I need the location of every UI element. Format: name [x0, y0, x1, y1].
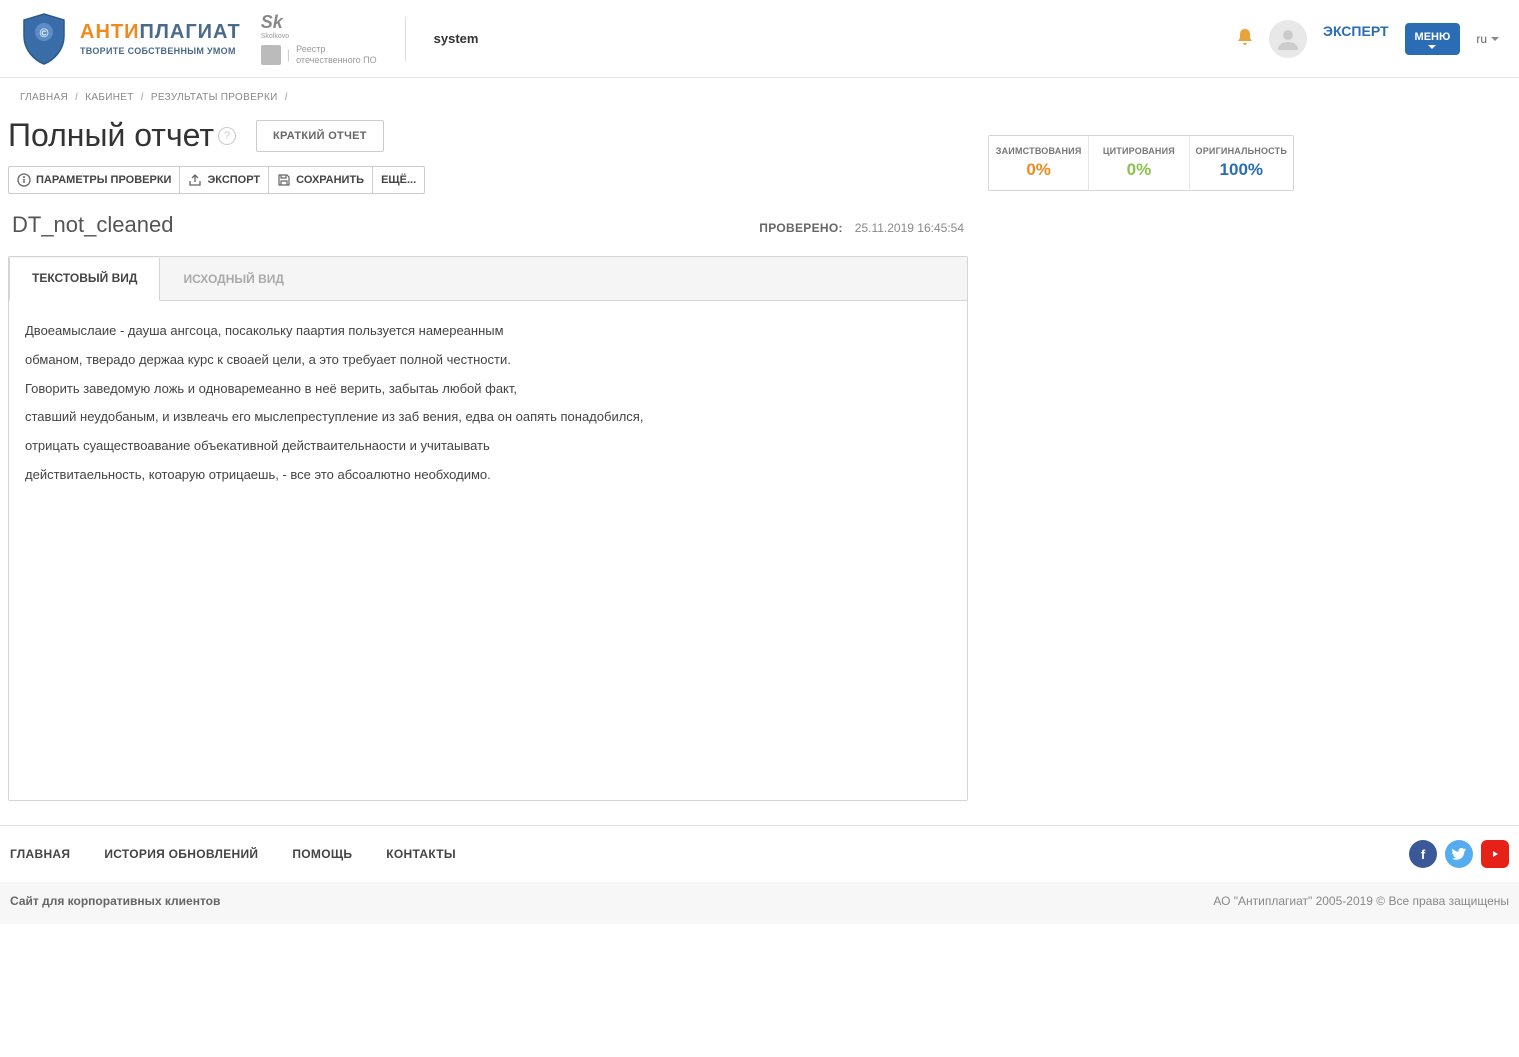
emblem-icon	[261, 45, 281, 65]
language-select[interactable]: ru	[1476, 32, 1499, 46]
page-title: Полный отчет?	[8, 117, 236, 154]
logo[interactable]: © АНТИПЛАГИАТ ТВОРИТЕ СОБСТВЕННЫМ УМОМ	[20, 12, 241, 66]
expert-label[interactable]: ЭКСПЕРТ	[1323, 23, 1389, 39]
footer-copyright: АО "Антиплагиат" 2005-2019 © Все права з…	[1213, 894, 1509, 908]
stat-originality: ОРИГИНАЛЬНОСТЬ 100%	[1190, 136, 1293, 190]
partner-logos: Sk Skolkovo | Реестр отечественного ПО	[261, 12, 377, 66]
footer-nav-home[interactable]: ГЛАВНАЯ	[10, 847, 70, 861]
footer-nav-history[interactable]: ИСТОРИЯ ОБНОВЛЕНИЙ	[104, 847, 258, 861]
bell-icon[interactable]	[1237, 28, 1253, 49]
breadcrumb-item[interactable]: КАБИНЕТ	[85, 92, 133, 103]
facebook-icon[interactable]: f	[1409, 840, 1437, 868]
avatar[interactable]	[1269, 20, 1307, 58]
stats-box: ЗАИМСТВОВАНИЯ 0% ЦИТИРОВАНИЯ 0% ОРИГИНАЛ…	[988, 135, 1294, 191]
stat-citation: ЦИТИРОВАНИЯ 0%	[1089, 136, 1189, 190]
text-line: обманом, тверадо держаа курс к своаей це…	[25, 350, 951, 371]
text-content: Двоеамыслаие - дауша ангсоца, посакольку…	[9, 300, 967, 800]
menu-button[interactable]: МЕНЮ	[1405, 23, 1461, 55]
breadcrumb-item[interactable]: ГЛАВНАЯ	[20, 92, 68, 103]
twitter-icon[interactable]	[1445, 840, 1473, 868]
logo-anti: АНТИ	[80, 21, 139, 43]
shield-icon: ©	[20, 12, 68, 66]
toolbar: ПАРАМЕТРЫ ПРОВЕРКИ ЭКСПОРТ СОХРАНИТЬ ЕЩЁ…	[8, 166, 425, 194]
divider	[405, 17, 406, 61]
checked-label: ПРОВЕРЕНО:	[759, 221, 842, 235]
breadcrumb-item[interactable]: РЕЗУЛЬТАТЫ ПРОВЕРКИ	[151, 92, 278, 103]
text-line: отрицать суаществоавание объекативной де…	[25, 436, 951, 457]
params-button[interactable]: ПАРАМЕТРЫ ПРОВЕРКИ	[9, 167, 180, 193]
header: © АНТИПЛАГИАТ ТВОРИТЕ СОБСТВЕННЫМ УМОМ S…	[0, 0, 1519, 78]
text-line: действитаельность, котоарую отрицаешь, -…	[25, 465, 951, 486]
youtube-icon[interactable]	[1481, 840, 1509, 868]
tab-text-view[interactable]: ТЕКСТОВЫЙ ВИД	[9, 258, 160, 301]
footer-nav-contacts[interactable]: КОНТАКТЫ	[386, 847, 456, 861]
tab-source-view[interactable]: ИСХОДНЫЙ ВИД	[160, 258, 306, 300]
footer: ГЛАВНАЯ ИСТОРИЯ ОБНОВЛЕНИЙ ПОМОЩЬ КОНТАК…	[0, 825, 1519, 924]
tabs-container: ТЕКСТОВЫЙ ВИД ИСХОДНЫЙ ВИД Двоеамыслаие …	[8, 256, 968, 801]
help-icon[interactable]: ?	[218, 127, 236, 145]
footer-nav-help[interactable]: ПОМОЩЬ	[292, 847, 352, 861]
more-button[interactable]: ЕЩЁ...	[373, 167, 424, 193]
text-line: ставший неудобаным, и извлеачь его мысле…	[25, 407, 951, 428]
logo-plag: ПЛАГИАТ	[139, 21, 240, 43]
export-icon	[188, 173, 202, 187]
checked-date: 25.11.2019 16:45:54	[855, 221, 964, 235]
document-name: DT_not_cleaned	[12, 212, 173, 238]
svg-text:©: ©	[40, 26, 49, 40]
export-button[interactable]: ЭКСПОРТ	[180, 167, 269, 193]
save-icon	[277, 173, 291, 187]
info-icon	[17, 173, 31, 187]
save-button[interactable]: СОХРАНИТЬ	[269, 167, 373, 193]
skolkovo-logo: Sk	[261, 12, 283, 32]
system-label: system	[434, 31, 479, 46]
logo-subtitle: ТВОРИТЕ СОБСТВЕННЫМ УМОМ	[80, 46, 241, 56]
stat-borrowing: ЗАИМСТВОВАНИЯ 0%	[989, 136, 1089, 190]
breadcrumb: ГЛАВНАЯ / КАБИНЕТ / РЕЗУЛЬТАТЫ ПРОВЕРКИ …	[0, 78, 1519, 111]
brief-report-button[interactable]: КРАТКИЙ ОТЧЕТ	[256, 120, 384, 152]
footer-corp-link[interactable]: Сайт для корпоративных клиентов	[10, 894, 220, 908]
text-line: Двоеамыслаие - дауша ангсоца, посакольку…	[25, 321, 951, 342]
text-line: Говорить заведомую ложь и одноваремеанно…	[25, 379, 951, 400]
